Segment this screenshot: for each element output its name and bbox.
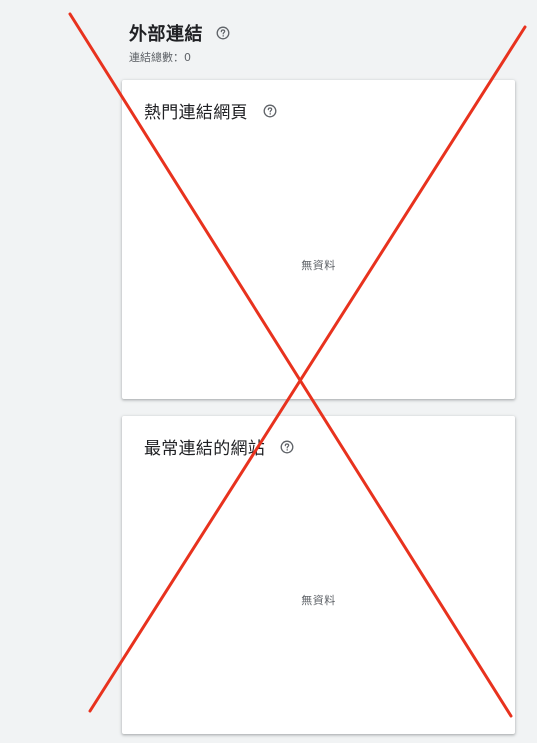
empty-state-text: 無資料 bbox=[301, 594, 336, 607]
external-links-section-header: 外部連結 連結總數：0 bbox=[129, 18, 509, 65]
card-header: 最常連結的網站 bbox=[144, 434, 295, 459]
section-title: 外部連結 bbox=[129, 24, 203, 45]
card-title: 最常連結的網站 bbox=[144, 439, 266, 459]
top-linking-sites-card: 最常連結的網站 無資料 bbox=[122, 416, 515, 734]
card-header: 熱門連結網頁 bbox=[144, 98, 278, 123]
total-links-count: 連結總數：0 bbox=[129, 51, 191, 64]
top-linked-pages-card: 熱門連結網頁 無資料 bbox=[122, 80, 515, 399]
section-title-row: 外部連結 bbox=[129, 18, 509, 48]
empty-state-text: 無資料 bbox=[301, 259, 336, 272]
card-title: 熱門連結網頁 bbox=[144, 103, 248, 123]
help-circle-icon[interactable] bbox=[262, 103, 278, 119]
help-circle-icon[interactable] bbox=[279, 439, 295, 455]
help-circle-icon[interactable] bbox=[215, 25, 231, 41]
